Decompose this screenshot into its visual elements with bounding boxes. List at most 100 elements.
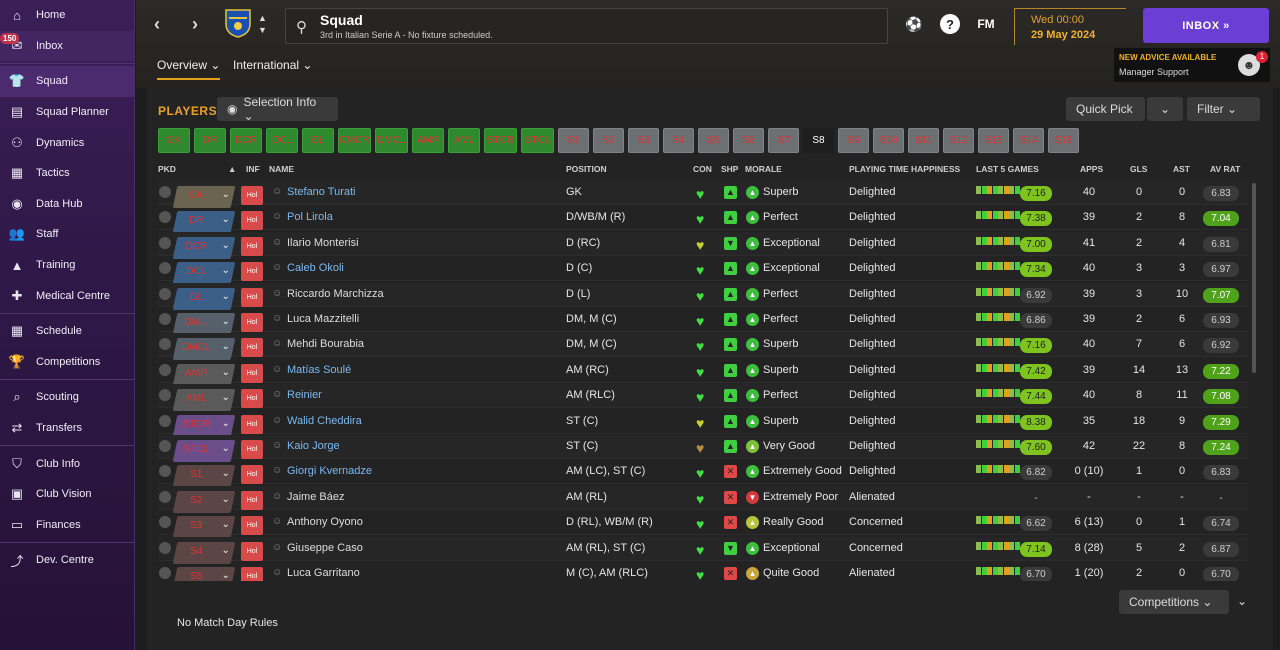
sidebar-item-club-info[interactable]: ⛉ Club Info xyxy=(0,448,134,479)
table-row[interactable]: S4 ⌄ Hol ☺ Giuseppe Caso AM (RL), ST (C) ♥ ▼ ▲ Ex… xyxy=(158,536,1248,564)
table-row[interactable]: DL ⌄ Hol ☺ Riccardo Marchizza D (L) ♥ ▲ ▲ Perfect… xyxy=(158,282,1248,310)
position-button-s5[interactable]: S5 xyxy=(698,128,729,153)
sidebar-item-home[interactable]: ⌂ Home xyxy=(0,0,134,31)
position-button-s3[interactable]: S3 xyxy=(628,128,659,153)
title-bar[interactable]: ⚲ Squad 3rd in Italian Serie A - No fixt… xyxy=(285,8,888,44)
sidebar-item-competitions[interactable]: 🏆 Competitions xyxy=(0,347,134,378)
player-name[interactable]: Kaio Jorge xyxy=(287,440,340,452)
table-row[interactable]: S3 ⌄ Hol ☺ Anthony Oyono D (RL), WB/M (R) ♥ ✕ ▲ R… xyxy=(158,511,1248,539)
selected-check-icon[interactable] xyxy=(159,516,171,529)
col-avrat[interactable]: AV RAT xyxy=(1210,164,1240,174)
collapse-chevron-icon[interactable]: ⌄ xyxy=(1237,594,1247,608)
player-name[interactable]: Ilario Monterisi xyxy=(287,237,359,249)
col-pkd[interactable]: PKD xyxy=(158,164,176,174)
sidebar-item-staff[interactable]: 👥 Staff xyxy=(0,219,134,250)
player-name[interactable]: Reinier xyxy=(287,389,322,401)
col-ast[interactable]: AST xyxy=(1173,164,1190,174)
position-button-s7[interactable]: S7 xyxy=(768,128,799,153)
selected-check-icon[interactable] xyxy=(159,211,171,224)
help-icon[interactable]: ? xyxy=(940,14,960,34)
col-inf[interactable]: INF xyxy=(246,164,260,174)
position-button-dcr[interactable]: DCR xyxy=(230,128,262,153)
pkd-dropdown[interactable]: AMR ⌄ xyxy=(172,363,236,386)
ball-icon[interactable]: ⚽ xyxy=(904,14,924,34)
table-row[interactable]: DMCL ⌄ Hol ☺ Mehdi Bourabia DM, M (C) ♥ ▲ ▲ Super… xyxy=(158,333,1248,361)
player-name[interactable]: Riccardo Marchizza xyxy=(287,288,384,300)
position-button-s6[interactable]: S6 xyxy=(733,128,764,153)
selected-check-icon[interactable] xyxy=(159,567,171,579)
sidebar-item-dynamics[interactable]: ⚇ Dynamics xyxy=(0,127,134,158)
position-button-stcr[interactable]: STCR xyxy=(484,128,517,153)
position-button-aml[interactable]: AML xyxy=(448,128,480,153)
pkd-dropdown[interactable]: GK ⌄ xyxy=(172,186,236,208)
filter-button[interactable]: Filter ⌄ xyxy=(1187,97,1260,121)
table-row[interactable]: STCR ⌄ Hol ☺ Walid Cheddira ST (C) ♥ ▲ ▲ Superb De… xyxy=(158,410,1248,437)
pkd-dropdown[interactable]: DL ⌄ xyxy=(172,287,236,310)
fm-logo-icon[interactable]: FM xyxy=(976,14,996,34)
position-button-dcl[interactable]: DCL xyxy=(266,128,298,153)
table-scrollbar[interactable] xyxy=(1252,183,1256,373)
table-row[interactable]: GK ⌄ Hol ☺ Stefano Turati GK ♥ ▲ ▲ Superb Delighte… xyxy=(158,181,1248,208)
col-con[interactable]: CON xyxy=(693,164,712,174)
selected-check-icon[interactable] xyxy=(159,440,171,452)
pkd-dropdown[interactable]: DCL ⌄ xyxy=(172,262,236,285)
sidebar-item-transfers[interactable]: ⇄ Transfers xyxy=(0,413,134,444)
table-row[interactable]: DR ⌄ Hol ☺ Pol Lirola D/WB/M (R) ♥ ▲ ▲ Perfect Del… xyxy=(158,206,1248,234)
selected-check-icon[interactable] xyxy=(159,313,171,325)
player-name[interactable]: Giuseppe Caso xyxy=(287,542,363,554)
sidebar-item-training[interactable]: ▲ Training xyxy=(0,250,134,281)
position-button-stcl[interactable]: STCL xyxy=(521,128,554,153)
selected-check-icon[interactable] xyxy=(159,363,171,376)
table-row[interactable]: DCL ⌄ Hol ☺ Caleb Okoli D (C) ♥ ▲ ▲ Exceptional De… xyxy=(158,257,1248,285)
sidebar-item-schedule[interactable]: ▦ Schedule xyxy=(0,316,134,347)
selected-check-icon[interactable] xyxy=(159,414,171,427)
sidebar-item-squad[interactable]: 👕 Squad xyxy=(0,66,134,97)
table-row[interactable]: S1 ⌄ Hol ☺ Giorgi Kvernadze AM (LC), ST (C) ♥ ✕… xyxy=(158,460,1248,488)
date-panel[interactable]: Wed 00:00 29 May 2024 xyxy=(1014,8,1126,45)
pkd-dropdown[interactable]: S3 ⌄ xyxy=(172,516,236,539)
position-button-s14[interactable]: S14 xyxy=(1013,128,1044,153)
prev-next-club-icon[interactable]: ▲ ▼ xyxy=(258,12,267,36)
quick-pick-dropdown-icon[interactable]: ⌄ xyxy=(1147,97,1183,121)
position-button-s1[interactable]: S1 xyxy=(558,128,589,153)
pkd-dropdown[interactable]: DCR ⌄ xyxy=(172,236,236,259)
search-icon[interactable]: ⚲ xyxy=(296,18,307,36)
pkd-dropdown[interactable]: DMCL ⌄ xyxy=(172,338,236,361)
sidebar-item-squad-planner[interactable]: ▤ Squad Planner xyxy=(0,97,134,128)
position-button-s9[interactable]: S9 xyxy=(838,128,869,153)
col-last5[interactable]: LAST 5 GAMES xyxy=(976,164,1039,174)
player-name[interactable]: Pol Lirola xyxy=(287,211,333,223)
pkd-dropdown[interactable]: STCR ⌄ xyxy=(172,414,236,437)
sidebar-item-finances[interactable]: ▭ Finances xyxy=(0,510,134,541)
selected-check-icon[interactable] xyxy=(159,262,171,275)
position-button-dmcl[interactable]: DMCL xyxy=(375,128,408,153)
tab-overview[interactable]: Overview ⌄ xyxy=(157,58,221,80)
player-name[interactable]: Jaime Báez xyxy=(287,491,344,503)
sidebar-item-data-hub[interactable]: ◉ Data Hub xyxy=(0,189,134,220)
col-apps[interactable]: APPS xyxy=(1080,164,1103,174)
pkd-dropdown[interactable]: S2 ⌄ xyxy=(172,490,236,513)
position-button-gk[interactable]: GK xyxy=(158,128,190,153)
forward-arrow-icon[interactable]: › xyxy=(192,14,198,35)
player-name[interactable]: Anthony Oyono xyxy=(287,516,363,528)
pkd-dropdown[interactable]: STCL ⌄ xyxy=(172,440,236,462)
back-arrow-icon[interactable]: ‹ xyxy=(154,14,160,35)
quick-pick-button[interactable]: Quick Pick xyxy=(1066,97,1145,121)
selected-check-icon[interactable] xyxy=(159,287,171,300)
col-position[interactable]: POSITION xyxy=(566,164,607,174)
player-name[interactable]: Matías Soulé xyxy=(287,364,351,376)
table-row[interactable]: DM... ⌄ Hol ☺ Luca Mazzitelli DM, M (C) ♥ ▲ ▲ Per… xyxy=(158,308,1248,335)
selected-check-icon[interactable] xyxy=(159,541,171,554)
advice-panel[interactable]: NEW ADVICE AVAILABLE Manager Support ☻ 1 xyxy=(1114,48,1270,82)
sidebar-item-inbox[interactable]: ✉ Inbox 150 xyxy=(0,30,134,62)
position-button-s13[interactable]: S13 xyxy=(978,128,1009,153)
selected-check-icon[interactable] xyxy=(159,186,171,198)
col-morale[interactable]: MORALE xyxy=(745,164,782,174)
position-button-s2[interactable]: S2 xyxy=(593,128,624,153)
sidebar-item-dev-centre[interactable]: ⤴ Dev. Centre xyxy=(0,545,134,576)
position-button-amr[interactable]: AMR xyxy=(412,128,444,153)
pkd-dropdown[interactable]: S5 ⌄ xyxy=(172,567,236,581)
position-button-s15[interactable]: S15 xyxy=(1048,128,1079,153)
sort-icon[interactable]: ▲ xyxy=(228,164,236,174)
player-name[interactable]: Walid Cheddira xyxy=(287,415,362,427)
